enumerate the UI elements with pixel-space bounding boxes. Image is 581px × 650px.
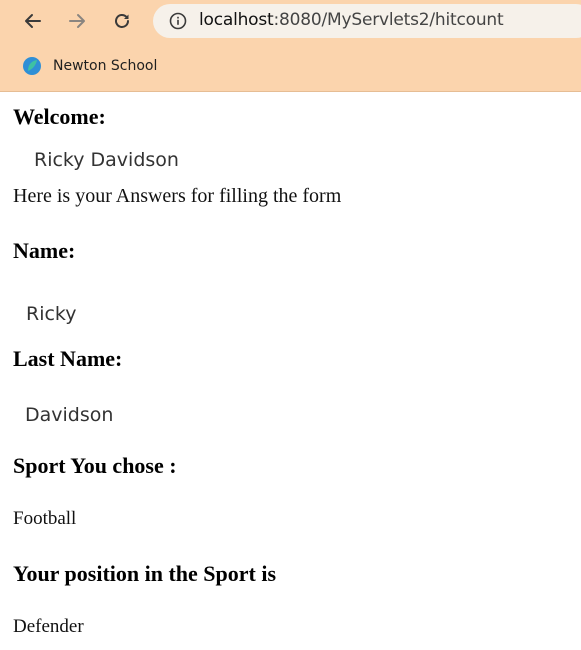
back-button[interactable] — [20, 8, 46, 34]
welcome-name: Ricky Davidson — [34, 149, 179, 171]
welcome-heading: Welcome: — [13, 104, 106, 129]
position-value: Defender — [13, 616, 84, 637]
arrow-left-icon — [25, 14, 41, 28]
position-heading: Your position in the Sport is — [13, 561, 277, 586]
intro-text: Here is your Answers for filling the for… — [13, 185, 342, 207]
reload-icon — [115, 14, 129, 28]
sport-heading: Sport You chose : — [13, 453, 177, 478]
browser-toolbar: localhost:8080/MyServlets2/hitcount Newt… — [0, 0, 581, 92]
name-heading: Name: — [13, 238, 76, 263]
name-value: Ricky — [26, 303, 77, 325]
info-icon[interactable] — [169, 12, 187, 30]
address-bar[interactable]: localhost:8080/MyServlets2/hitcount — [153, 4, 581, 38]
url-host: localhost — [199, 10, 274, 30]
url-text[interactable]: localhost:8080/MyServlets2/hitcount — [199, 10, 504, 30]
bookmark-newton-school[interactable]: Newton School — [22, 54, 157, 78]
url-path: :8080/MyServlets2/hitcount — [273, 10, 504, 30]
bookmark-label: Newton School — [53, 58, 158, 74]
page-content: Welcome: Ricky Davidson Here is your Ans… — [0, 92, 581, 650]
newton-school-logo-icon — [23, 57, 41, 75]
reload-button[interactable] — [109, 8, 135, 34]
forward-button[interactable] — [64, 8, 90, 34]
arrow-right-icon — [69, 14, 85, 28]
sport-value: Football — [13, 508, 77, 529]
last-name-value: Davidson — [25, 404, 114, 426]
last-name-heading: Last Name: — [13, 346, 123, 371]
